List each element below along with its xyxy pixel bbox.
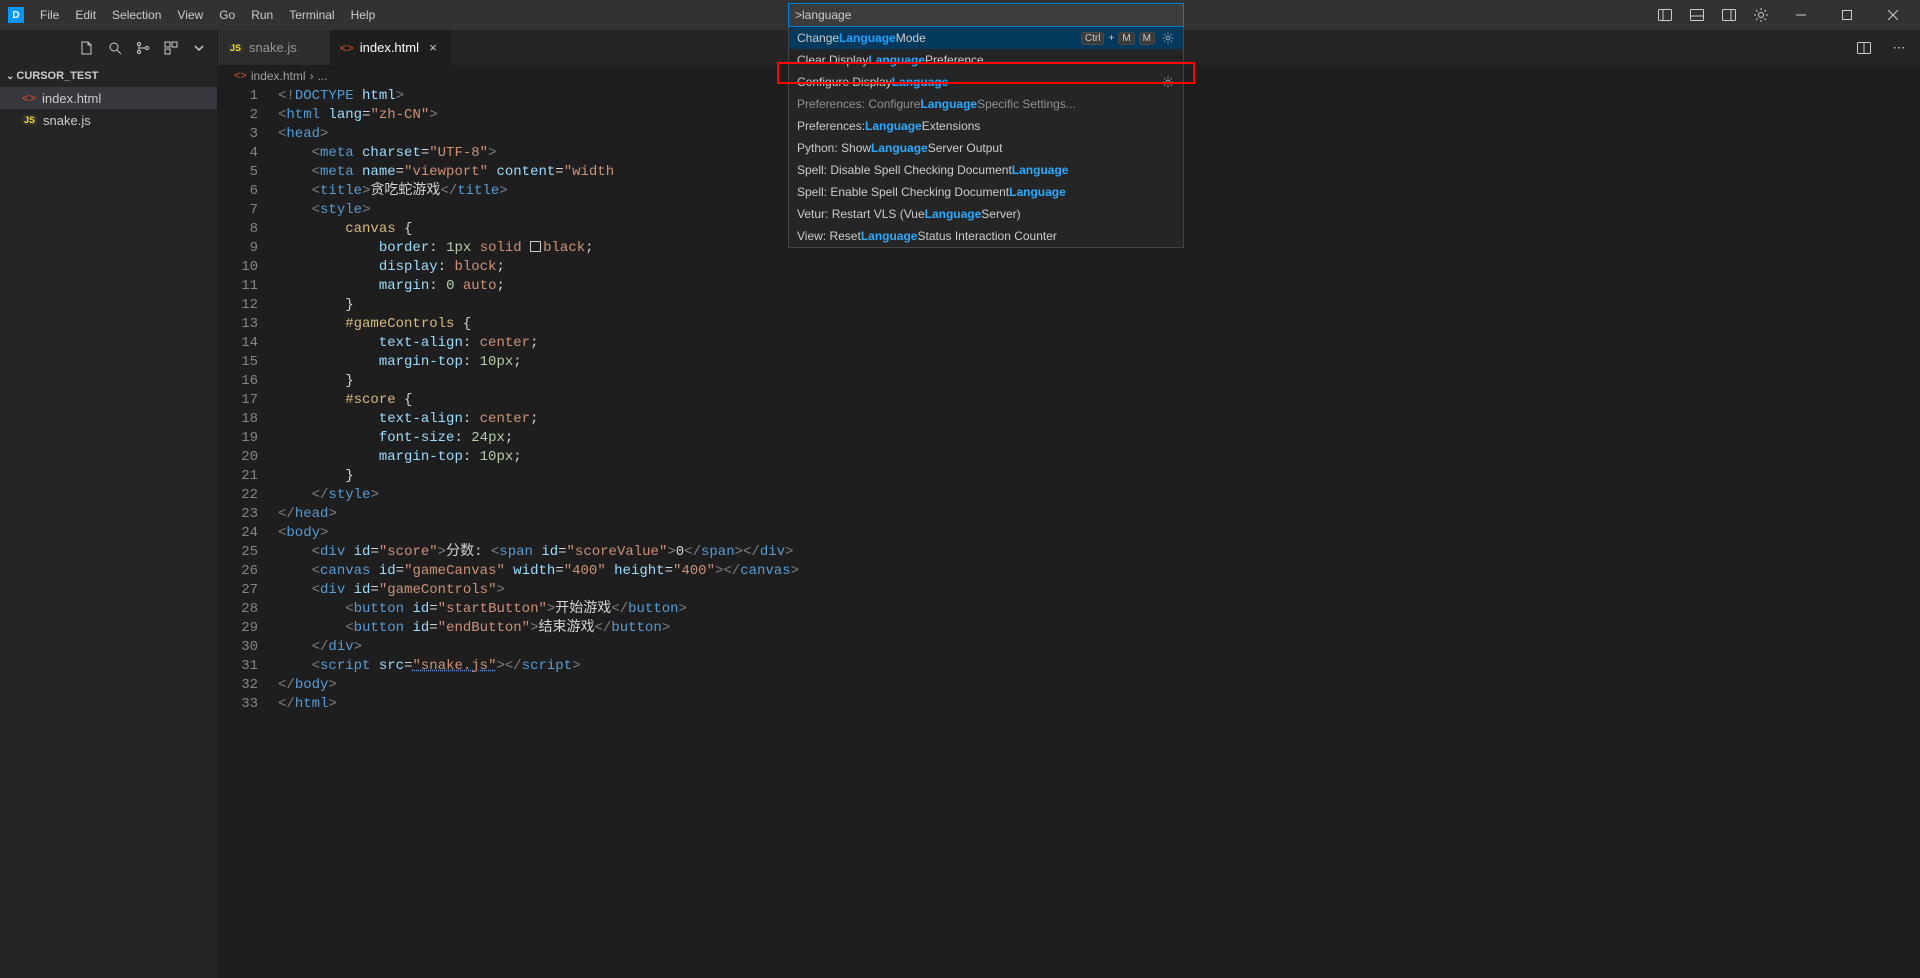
command-palette-list: Change Language Mode Ctrl+MM Clear Display…: [788, 27, 1184, 248]
file-name: index.html: [42, 91, 101, 106]
editor-tab[interactable]: JSsnake.js×: [218, 30, 330, 65]
explorer-sidebar: ⌄ CURSOR_TEST <> index.html JS snake.js: [0, 30, 218, 978]
command-label: Vetur: Restart VLS (Vue Language Server): [797, 207, 1021, 221]
menu-item-file[interactable]: File: [32, 0, 67, 30]
command-label: Clear Display Language Preference: [797, 53, 984, 67]
settings-gear-icon[interactable]: [1746, 0, 1776, 30]
gear-icon[interactable]: [1161, 31, 1175, 45]
breadcrumb-ellipsis: ...: [318, 69, 328, 83]
command-label: Configure Display Language: [797, 75, 948, 89]
folder-name: CURSOR_TEST: [16, 70, 98, 82]
line-numbers: 1234567891011121314151617181920212223242…: [218, 87, 278, 978]
folder-header[interactable]: ⌄ CURSOR_TEST: [0, 65, 217, 87]
command-palette: >language Change Language Mode Ctrl+MM Cle…: [788, 3, 1184, 248]
app-icon: D: [8, 7, 24, 23]
chevron-down-icon[interactable]: [191, 40, 207, 56]
command-label: Preferences: Language Extensions: [797, 119, 980, 133]
command-palette-item[interactable]: Preferences: Language Extensions: [789, 115, 1183, 137]
extensions-icon[interactable]: [163, 40, 179, 56]
tab-label: index.html: [360, 40, 419, 55]
window-minimize-button[interactable]: [1778, 0, 1824, 30]
menu-item-go[interactable]: Go: [211, 0, 243, 30]
command-palette-item[interactable]: Change Language Mode Ctrl+MM: [789, 27, 1183, 49]
file-name: snake.js: [43, 113, 91, 128]
command-palette-item[interactable]: Python: Show Language Server Output: [789, 137, 1183, 159]
command-label: View: Reset Language Status Interaction …: [797, 229, 1057, 243]
layout-sidebar-right-icon[interactable]: [1714, 0, 1744, 30]
file-tree-item[interactable]: <> index.html: [0, 87, 217, 109]
command-palette-item[interactable]: View: Reset Language Status Interaction …: [789, 225, 1183, 247]
window-close-button[interactable]: [1870, 0, 1916, 30]
keyboard-shortcut: Ctrl+MM: [1081, 32, 1155, 45]
js-file-icon: JS: [228, 43, 243, 53]
menu-item-view[interactable]: View: [169, 0, 211, 30]
gear-icon[interactable]: [1161, 75, 1175, 89]
html-file-icon: <>: [340, 41, 354, 55]
breadcrumb-separator: ›: [310, 69, 314, 83]
editor-area: JS snake.js ×<> index.html × ⋯ <> index.html…: [218, 30, 1920, 978]
menu-item-run[interactable]: Run: [243, 0, 281, 30]
command-label: Python: Show Language Server Output: [797, 141, 1002, 155]
tab-label: snake.js: [249, 40, 297, 55]
menu-item-terminal[interactable]: Terminal: [281, 0, 342, 30]
menu-item-selection[interactable]: Selection: [104, 0, 169, 30]
more-actions-icon[interactable]: ⋯: [1888, 40, 1910, 56]
html-file-icon: <>: [22, 91, 36, 105]
new-file-icon[interactable]: [79, 40, 95, 56]
command-palette-item[interactable]: Configure Display Language: [789, 71, 1183, 93]
command-palette-input[interactable]: >language: [788, 3, 1184, 27]
editor-tab[interactable]: <> index.html ×: [330, 30, 452, 65]
layout-sidebar-left-icon[interactable]: [1650, 0, 1680, 30]
command-palette-item[interactable]: Spell: Disable Spell Checking Document L…: [789, 159, 1183, 181]
html-file-icon: <>: [234, 70, 247, 82]
command-label: Spell: Enable Spell Checking Document La…: [797, 185, 1066, 199]
command-palette-item[interactable]: Spell: Enable Spell Checking Document La…: [789, 181, 1183, 203]
command-palette-item[interactable]: Vetur: Restart VLS (Vue Language Server): [789, 203, 1183, 225]
command-label: Spell: Disable Spell Checking Document L…: [797, 163, 1068, 177]
js-file-icon: JS: [22, 115, 37, 125]
tab-close-icon[interactable]: ×: [425, 40, 441, 56]
search-icon[interactable]: [107, 40, 123, 56]
chevron-down-icon: ⌄: [6, 71, 14, 82]
split-editor-icon[interactable]: [1856, 40, 1878, 56]
menu-item-edit[interactable]: Edit: [67, 0, 104, 30]
command-palette-item[interactable]: Clear Display Language Preference: [789, 49, 1183, 71]
command-label: Change Language Mode: [797, 31, 926, 45]
source-control-icon[interactable]: [135, 40, 151, 56]
command-palette-item[interactable]: Preferences: Configure Language Specific…: [789, 93, 1183, 115]
breadcrumb-file: index.html: [251, 69, 306, 83]
menu-item-help[interactable]: Help: [343, 0, 384, 30]
window-maximize-button[interactable]: [1824, 0, 1870, 30]
file-tree-item[interactable]: JS snake.js: [0, 109, 217, 131]
command-label: Preferences: Configure Language Specific…: [797, 97, 1076, 111]
layout-panel-icon[interactable]: [1682, 0, 1712, 30]
menu-bar: FileEditSelectionViewGoRunTerminalHelp: [32, 0, 383, 30]
